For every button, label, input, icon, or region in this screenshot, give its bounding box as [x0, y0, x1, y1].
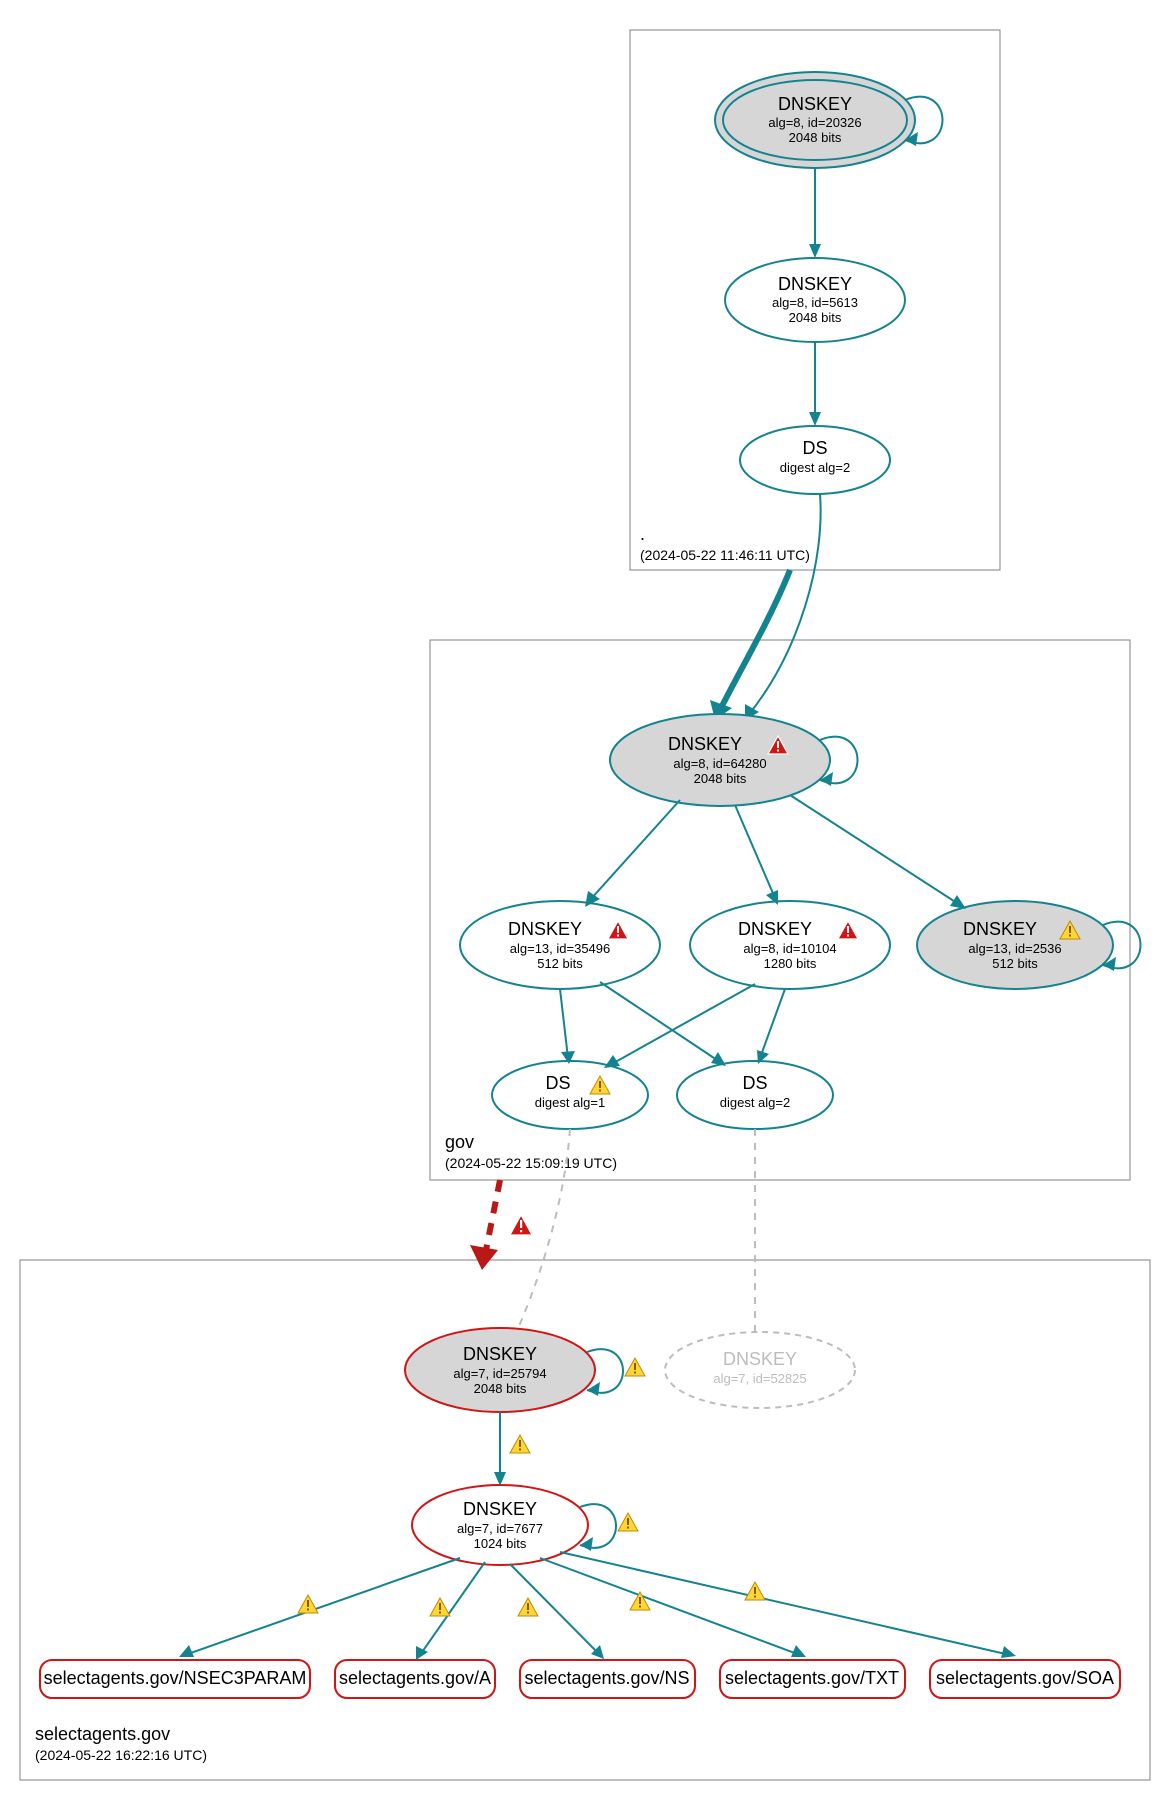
dnssec-graph: . (2024-05-22 11:46:11 UTC) gov (2024-05… [0, 0, 1173, 1818]
node-root-zsk: DNSKEY alg=8, id=5613 2048 bits [725, 258, 905, 342]
svg-text:DNSKEY: DNSKEY [463, 1499, 537, 1519]
node-gov-ds1: DS digest alg=1 [492, 1061, 648, 1129]
rrset-nsec3param: selectagents.gov/NSEC3PARAM [40, 1660, 310, 1698]
node-gov-zsk3: DNSKEY alg=13, id=2536 512 bits [917, 901, 1113, 989]
zone-leaf-label: selectagents.gov [35, 1724, 170, 1744]
svg-text:selectagents.gov/TXT: selectagents.gov/TXT [725, 1668, 899, 1688]
node-root-ksk: DNSKEY alg=8, id=20326 2048 bits [715, 72, 915, 168]
svg-text:512 bits: 512 bits [992, 956, 1038, 971]
svg-text:selectagents.gov/NSEC3PARAM: selectagents.gov/NSEC3PARAM [44, 1668, 307, 1688]
edge-root-ds-to-gov-ksk [750, 494, 821, 713]
svg-text:DNSKEY: DNSKEY [778, 94, 852, 114]
svg-text:DNSKEY: DNSKEY [508, 919, 582, 939]
zone-gov-label: gov [445, 1132, 474, 1152]
svg-text:DNSKEY: DNSKEY [778, 274, 852, 294]
zone-root-label: . [640, 524, 645, 544]
svg-text:alg=7, id=52825: alg=7, id=52825 [713, 1371, 806, 1386]
svg-text:1024 bits: 1024 bits [474, 1536, 527, 1551]
rrset-a: selectagents.gov/A [335, 1660, 495, 1698]
svg-text:2048 bits: 2048 bits [474, 1381, 527, 1396]
svg-text:digest alg=2: digest alg=2 [720, 1095, 790, 1110]
node-sa-ksk: DNSKEY alg=7, id=25794 2048 bits [405, 1328, 595, 1412]
svg-text:alg=8, id=5613: alg=8, id=5613 [772, 295, 858, 310]
node-gov-zsk1: DNSKEY alg=13, id=35496 512 bits [460, 901, 660, 989]
zone-leaf-time: (2024-05-22 16:22:16 UTC) [35, 1747, 207, 1763]
rrset-ns: selectagents.gov/NS [520, 1660, 695, 1698]
rrset-txt: selectagents.gov/TXT [720, 1660, 905, 1698]
svg-text:digest alg=1: digest alg=1 [535, 1095, 605, 1110]
svg-text:alg=7, id=25794: alg=7, id=25794 [453, 1366, 546, 1381]
svg-text:DNSKEY: DNSKEY [723, 1349, 797, 1369]
svg-text:DNSKEY: DNSKEY [738, 919, 812, 939]
svg-text:alg=7, id=7677: alg=7, id=7677 [457, 1521, 543, 1536]
svg-text:alg=13, id=2536: alg=13, id=2536 [968, 941, 1061, 956]
warning-icon [510, 1215, 532, 1235]
svg-text:alg=8, id=64280: alg=8, id=64280 [673, 756, 766, 771]
node-gov-ksk: DNSKEY alg=8, id=64280 2048 bits [610, 714, 830, 806]
svg-text:2048 bits: 2048 bits [789, 310, 842, 325]
node-gov-zsk2: DNSKEY alg=8, id=10104 1280 bits [690, 901, 890, 989]
svg-text:2048 bits: 2048 bits [789, 130, 842, 145]
edge-gov-to-leaf-warning [485, 1180, 500, 1255]
svg-text:1280 bits: 1280 bits [764, 956, 817, 971]
warning-icon [510, 1435, 530, 1453]
svg-text:512 bits: 512 bits [537, 956, 583, 971]
svg-text:alg=8, id=10104: alg=8, id=10104 [743, 941, 836, 956]
svg-text:DS: DS [802, 438, 827, 458]
svg-text:DS: DS [742, 1073, 767, 1093]
svg-text:DNSKEY: DNSKEY [668, 734, 742, 754]
svg-text:selectagents.gov/NS: selectagents.gov/NS [524, 1668, 689, 1688]
node-sa-missing: DNSKEY alg=7, id=52825 [665, 1332, 855, 1408]
svg-text:DS: DS [545, 1073, 570, 1093]
svg-text:alg=8, id=20326: alg=8, id=20326 [768, 115, 861, 130]
warning-icon [625, 1358, 645, 1376]
svg-text:DNSKEY: DNSKEY [963, 919, 1037, 939]
rrset-soa: selectagents.gov/SOA [930, 1660, 1120, 1698]
zone-root-time: (2024-05-22 11:46:11 UTC) [640, 547, 810, 563]
svg-text:selectagents.gov/A: selectagents.gov/A [339, 1668, 491, 1688]
svg-text:DNSKEY: DNSKEY [463, 1344, 537, 1364]
node-gov-ds2: DS digest alg=2 [677, 1061, 833, 1129]
zone-gov-time: (2024-05-22 15:09:19 UTC) [445, 1155, 617, 1171]
svg-text:digest alg=2: digest alg=2 [780, 460, 850, 475]
node-root-ds: DS digest alg=2 [740, 426, 890, 494]
warning-icon [618, 1513, 638, 1531]
svg-text:2048 bits: 2048 bits [694, 771, 747, 786]
svg-text:alg=13, id=35496: alg=13, id=35496 [510, 941, 610, 956]
svg-text:selectagents.gov/SOA: selectagents.gov/SOA [936, 1668, 1114, 1688]
